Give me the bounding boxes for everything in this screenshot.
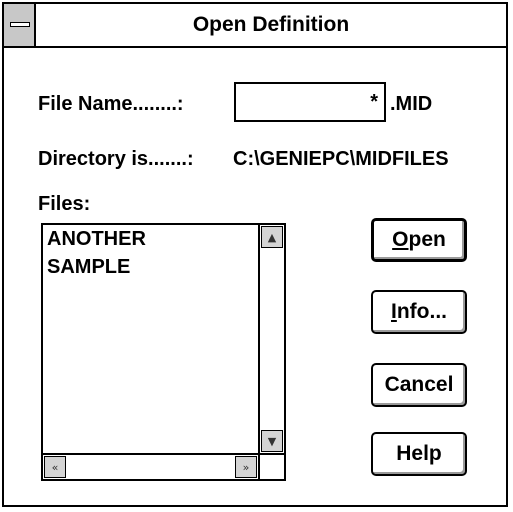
info-button[interactable]: Info... xyxy=(371,290,467,334)
dialog-title: Open Definition xyxy=(192,13,350,36)
open-definition-dialog: Open Definition File Name........: .MID … xyxy=(2,2,508,507)
vertical-scrollbar[interactable]: ▲ ▼ xyxy=(258,225,284,453)
open-mnemonic: O xyxy=(392,228,409,251)
info-label: nfo... xyxy=(396,300,447,323)
directory-label: Directory is.......: xyxy=(38,148,194,170)
file-name-label: File Name........: xyxy=(38,93,184,115)
scroll-up-icon: ▲ xyxy=(267,230,277,244)
open-button[interactable]: Open xyxy=(371,218,467,262)
scroll-right-button[interactable]: » xyxy=(235,456,257,478)
file-name-input[interactable] xyxy=(234,82,386,122)
files-list: ANOTHER SAMPLE xyxy=(43,225,258,453)
directory-path: C:\GENIEPC\MIDFILES xyxy=(233,148,449,170)
list-item[interactable]: SAMPLE xyxy=(43,253,258,281)
scroll-up-button[interactable]: ▲ xyxy=(261,226,283,248)
title-bar: Open Definition xyxy=(4,4,506,48)
scroll-down-button[interactable]: ▼ xyxy=(261,430,283,452)
system-menu-icon xyxy=(10,22,30,27)
horizontal-scrollbar[interactable]: « » xyxy=(43,453,258,479)
help-button[interactable]: Help xyxy=(371,432,467,476)
scrollbar-corner xyxy=(258,453,284,479)
file-extension-label: .MID xyxy=(390,93,433,115)
open-label: pen xyxy=(408,228,446,251)
files-listbox[interactable]: ANOTHER SAMPLE ▲ ▼ « » xyxy=(41,223,286,481)
files-label: Files: xyxy=(38,193,91,215)
cancel-button[interactable]: Cancel xyxy=(371,363,467,407)
scroll-right-icon: » xyxy=(242,460,250,474)
system-menu-button[interactable] xyxy=(4,4,36,46)
scroll-left-button[interactable]: « xyxy=(44,456,66,478)
list-item[interactable]: ANOTHER xyxy=(43,225,258,253)
scroll-left-icon: « xyxy=(51,460,59,474)
scroll-down-icon: ▼ xyxy=(267,434,277,448)
